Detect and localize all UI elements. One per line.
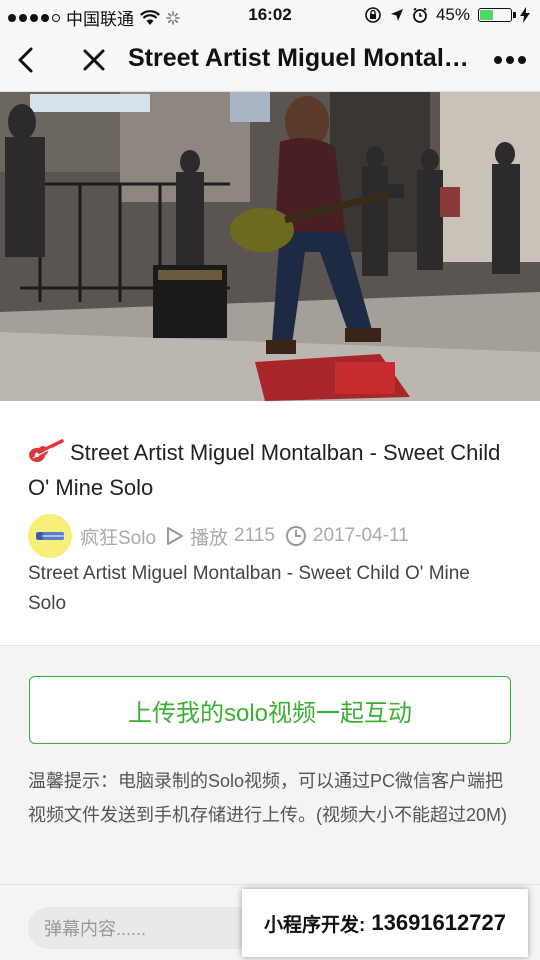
video-title: Street Artist Miguel Montalban - Sweet C… [28,440,501,500]
navigation-bar: Street Artist Miguel Montalban - Sweet C… [0,30,540,92]
guitar-icon [29,439,64,462]
alarm-icon [413,7,427,23]
back-button[interactable] [8,42,44,78]
play-count: 2115 [234,525,275,546]
ad-label: 小程序开发: [264,914,366,936]
publish-date: 2017-04-11 [312,525,409,546]
author-name[interactable]: 疯狂Solo [80,523,156,550]
clock-icon [285,526,306,546]
upload-tip: 温馨提示：电脑录制的Solo视频，可以通过PC微信客户端把视频文件发送到手机存储… [28,771,508,825]
more-button[interactable] [492,42,528,78]
video-meta: 疯狂Solo 播放 2115 2017-04-11 [28,514,409,558]
battery-percent: 45% [435,5,470,24]
status-bar: 中国联通 16:02 45% [0,0,540,30]
status-right: 45% [364,5,530,25]
battery-icon [478,8,516,22]
video-info-section: Street Artist Miguel Montalban - Sweet C… [0,401,540,646]
chevron-left-icon [18,47,33,73]
play-count-icon [166,526,184,546]
play-icon [167,527,184,545]
rotation-lock-icon [365,7,381,23]
close-icon [83,49,105,71]
video-player[interactable] [0,92,540,401]
developer-ad-banner[interactable]: 小程序开发: 13691612727 [242,889,528,957]
battery-level-fill [480,10,494,20]
close-button[interactable] [76,42,112,78]
charging-bolt-icon [520,7,530,23]
author-avatar[interactable] [28,514,72,558]
publish-date-icon [285,525,307,547]
guitar-avatar-icon [36,532,65,540]
location-icon [390,9,403,21]
video-description: Street Artist Miguel Montalban - Sweet C… [28,563,470,614]
more-dots-icon [494,56,526,64]
ad-phone-number: 13691612727 [371,910,506,935]
play-count-label: 播放 [190,527,229,549]
upload-video-button[interactable]: 上传我的solo视频一起互动 [29,676,511,744]
page-title: Street Artist Miguel Montalban - Sweet C… [128,44,470,72]
video-title-row: Street Artist Miguel Montalban - Sweet C… [28,435,508,505]
video-frame-image [0,92,540,401]
